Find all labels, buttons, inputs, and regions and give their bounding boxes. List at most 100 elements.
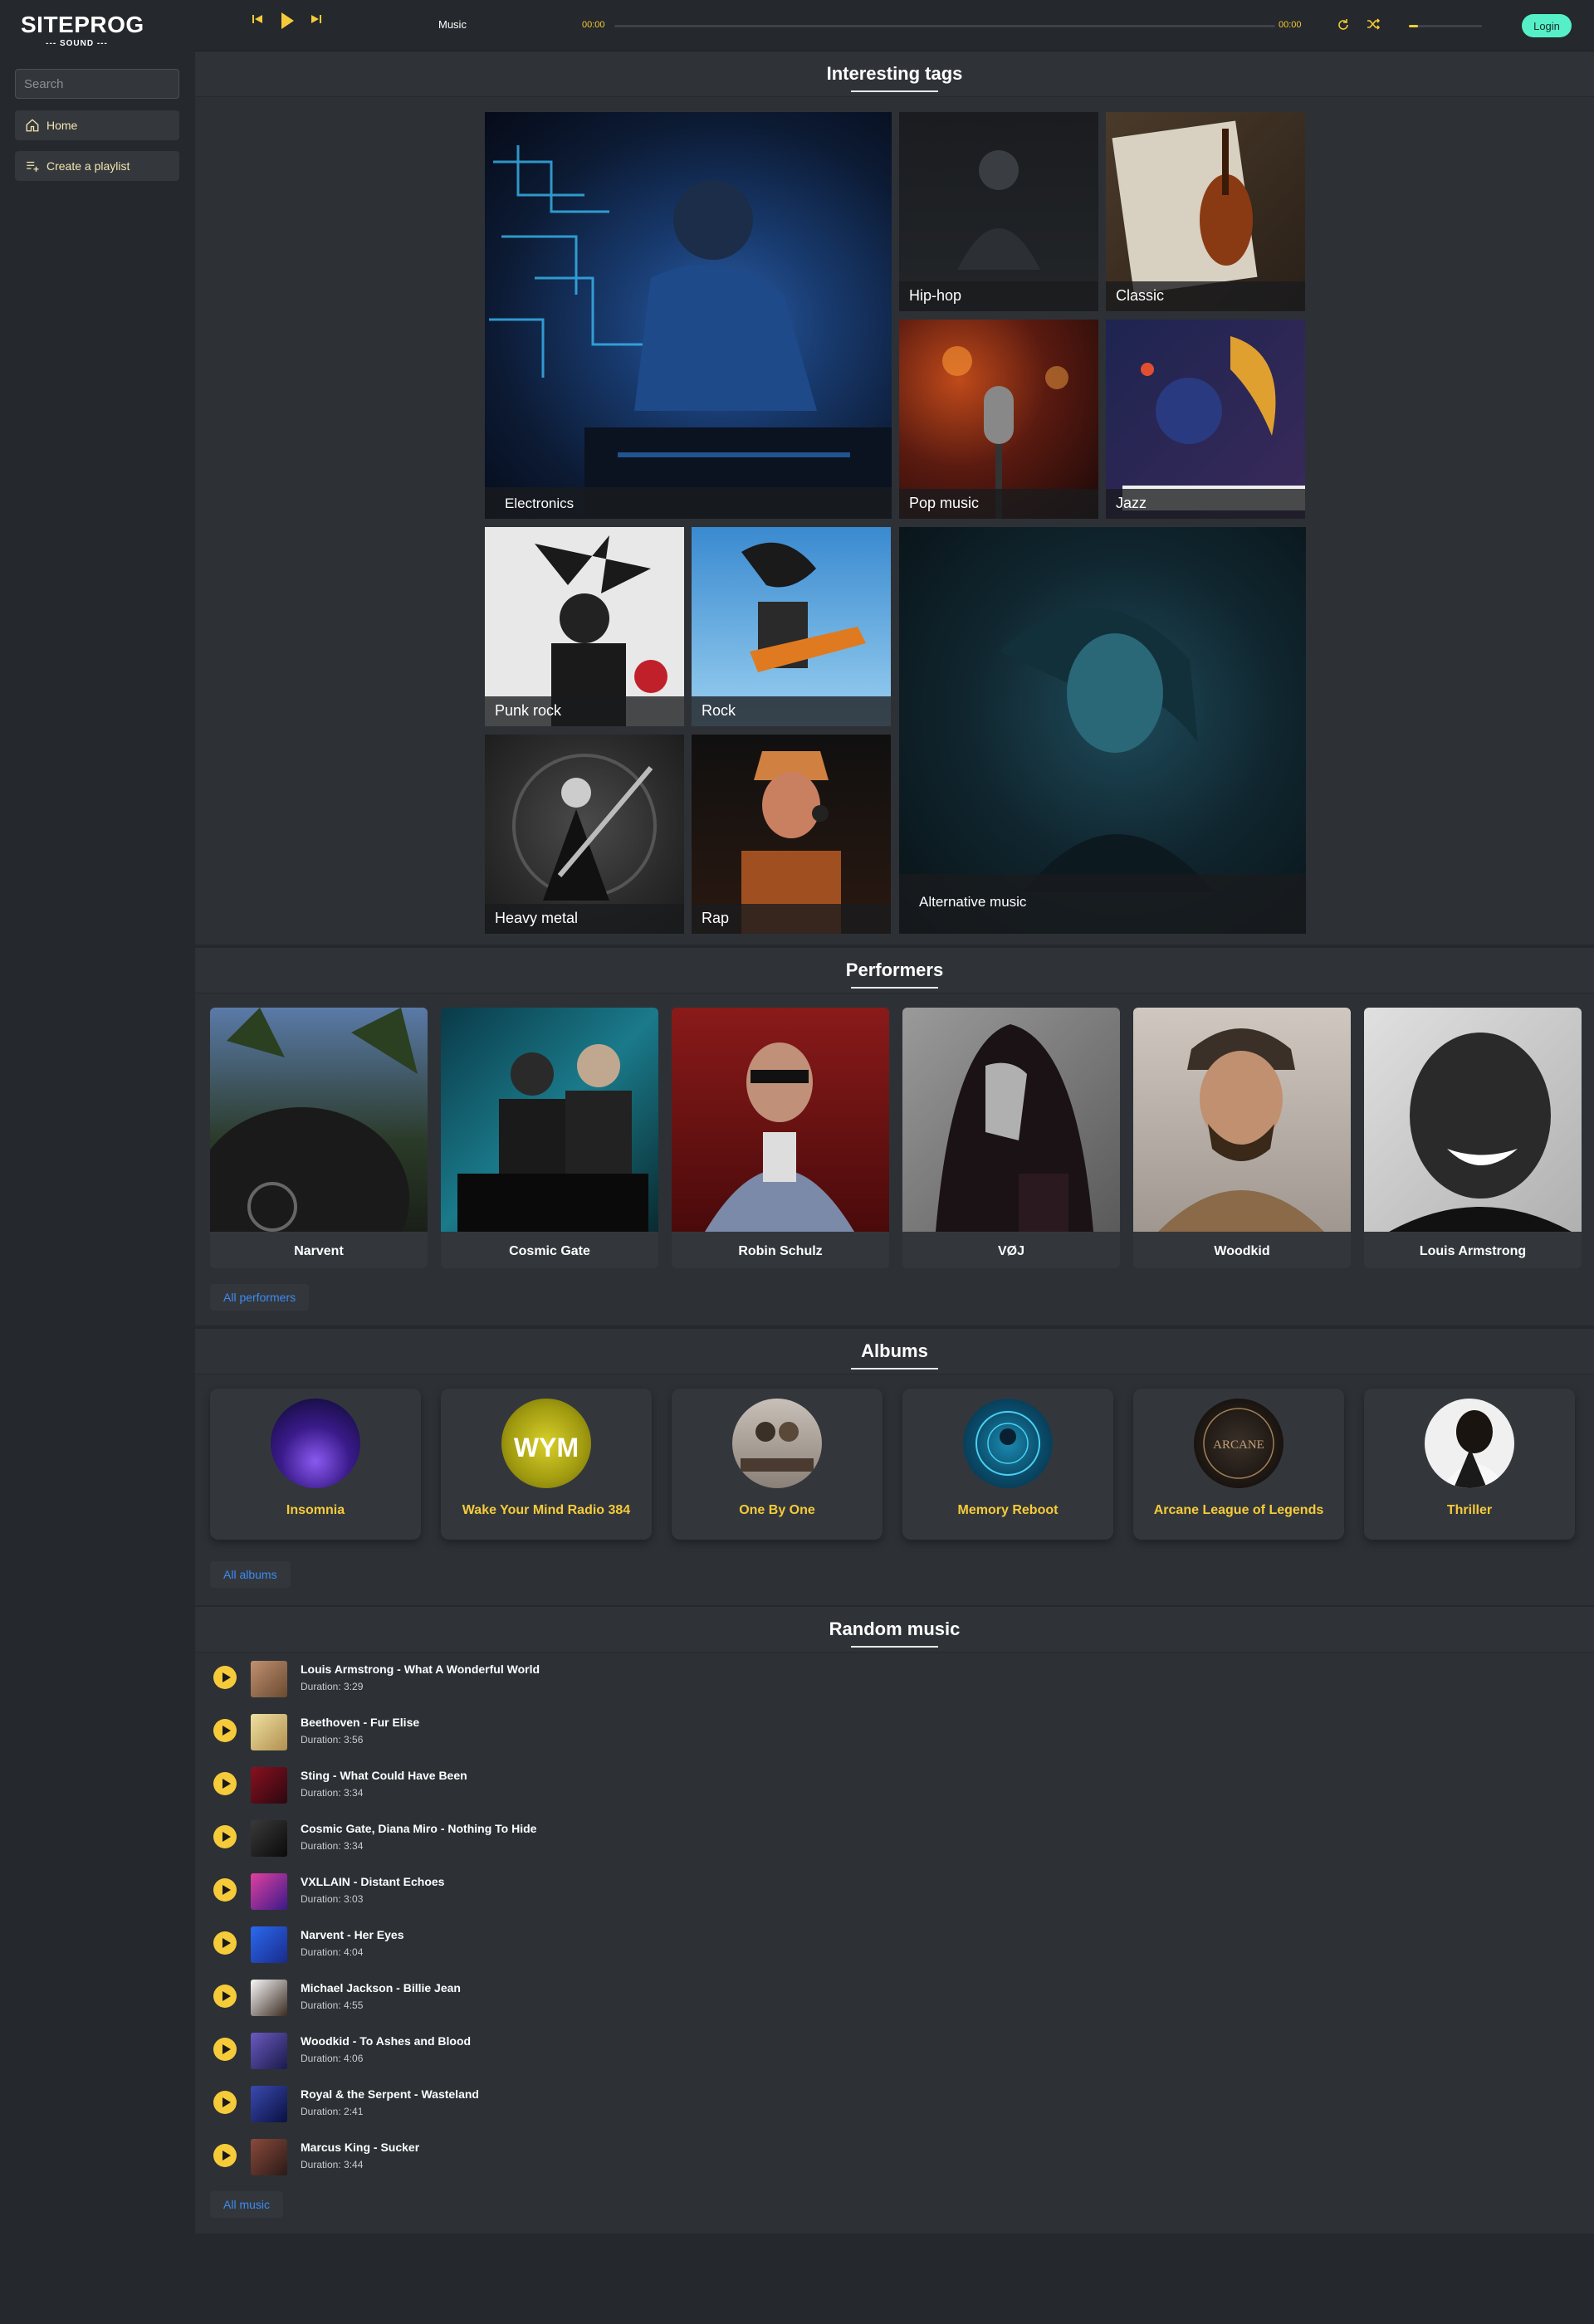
song-duration: Duration: 3:29 bbox=[301, 1681, 364, 1692]
tag-tile-hiphop[interactable]: Hip-hop bbox=[899, 112, 1098, 311]
song-row[interactable]: Michael Jackson - Billie Jean Duration: … bbox=[211, 1973, 875, 2019]
tag-label: Jazz bbox=[1106, 489, 1305, 519]
section-title: Albums bbox=[861, 1340, 928, 1361]
song-row[interactable]: VXLLAIN - Distant Echoes Duration: 3:03 bbox=[211, 1867, 875, 1913]
play-song-button[interactable] bbox=[213, 1878, 237, 1902]
song-thumbnail bbox=[251, 1926, 287, 1963]
tag-label: Electronics bbox=[485, 487, 892, 519]
tag-tile-electronics[interactable]: Electronics bbox=[485, 112, 892, 519]
previous-button[interactable] bbox=[252, 13, 263, 25]
performer-image bbox=[902, 1008, 1120, 1232]
albums-header: Albums bbox=[195, 1329, 1594, 1374]
tag-tile-heavy-metal[interactable]: Heavy metal bbox=[485, 735, 684, 934]
tag-label: Rap bbox=[692, 904, 891, 934]
album-name: Arcane League of Legends bbox=[1153, 1503, 1324, 1517]
tag-tile-classic[interactable]: Classic bbox=[1106, 112, 1305, 311]
play-song-button[interactable] bbox=[213, 1666, 237, 1689]
album-card-memory-reboot[interactable]: Memory Reboot bbox=[902, 1389, 1113, 1540]
tag-tile-rap[interactable]: Rap bbox=[692, 735, 891, 934]
song-row[interactable]: Cosmic Gate, Diana Miro - Nothing To Hid… bbox=[211, 1814, 875, 1860]
song-duration: Duration: 4:06 bbox=[301, 2053, 364, 2064]
logo-subtext: --- SOUND --- bbox=[46, 39, 108, 48]
shuffle-button[interactable] bbox=[1367, 18, 1380, 30]
play-song-button[interactable] bbox=[213, 1772, 237, 1795]
repeat-button[interactable] bbox=[1337, 18, 1349, 30]
performer-card-narvent[interactable]: Narvent bbox=[210, 1008, 428, 1268]
tag-label: Classic bbox=[1106, 281, 1305, 311]
song-row[interactable]: Royal & the Serpent - Wasteland Duration… bbox=[211, 2079, 875, 2126]
performer-card-louis-armstrong[interactable]: Louis Armstrong bbox=[1364, 1008, 1582, 1268]
tag-tile-rock[interactable]: Rock bbox=[692, 527, 891, 726]
search-input[interactable] bbox=[15, 69, 179, 99]
song-duration: Duration: 3:34 bbox=[301, 1787, 364, 1799]
sidebar-item-label: Create a playlist bbox=[46, 159, 130, 173]
track-title: Music bbox=[438, 18, 467, 31]
logo[interactable]: SITEPROG --- SOUND --- bbox=[21, 12, 144, 49]
play-icon bbox=[281, 12, 294, 29]
song-duration: Duration: 3:34 bbox=[301, 1840, 364, 1852]
login-button[interactable]: Login bbox=[1522, 14, 1572, 37]
song-thumbnail bbox=[251, 1661, 287, 1697]
album-card-wake-your-mind[interactable]: WYM Wake Your Mind Radio 384 bbox=[441, 1389, 652, 1540]
volume-slider[interactable] bbox=[1409, 25, 1482, 27]
play-button[interactable] bbox=[280, 12, 295, 30]
skip-back-icon bbox=[252, 15, 262, 23]
song-title: Cosmic Gate, Diana Miro - Nothing To Hid… bbox=[301, 1822, 537, 1835]
play-song-button[interactable] bbox=[213, 1825, 237, 1848]
section-title: Interesting tags bbox=[826, 63, 963, 84]
album-card-insomnia[interactable]: Insomnia bbox=[210, 1389, 421, 1540]
all-performers-button[interactable]: All performers bbox=[210, 1284, 310, 1311]
song-row[interactable]: Narvent - Her Eyes Duration: 4:04 bbox=[211, 1920, 875, 1966]
album-name: Wake Your Mind Radio 384 bbox=[462, 1503, 631, 1517]
song-thumbnail bbox=[251, 1980, 287, 2016]
performer-image bbox=[1364, 1008, 1582, 1232]
performer-card-cosmic-gate[interactable]: Cosmic Gate bbox=[441, 1008, 658, 1268]
song-row[interactable]: Louis Armstrong - What A Wonderful World… bbox=[211, 1654, 875, 1701]
performer-card-robin-schulz[interactable]: Robin Schulz bbox=[672, 1008, 889, 1268]
play-song-button[interactable] bbox=[213, 1719, 237, 1742]
random-music-header: Random music bbox=[195, 1607, 1594, 1653]
performer-card-woodkid[interactable]: Woodkid bbox=[1133, 1008, 1351, 1268]
song-row[interactable]: Beethoven - Fur Elise Duration: 3:56 bbox=[211, 1707, 875, 1754]
svg-text:ARCANE: ARCANE bbox=[1213, 1438, 1264, 1452]
song-title: Woodkid - To Ashes and Blood bbox=[301, 2034, 472, 2048]
album-cover: ARCANE bbox=[1194, 1399, 1284, 1488]
tag-image bbox=[489, 145, 892, 519]
all-albums-button[interactable]: All albums bbox=[210, 1561, 291, 1588]
song-row[interactable]: Woodkid - To Ashes and Blood Duration: 4… bbox=[211, 2026, 875, 2073]
repeat-icon bbox=[1338, 19, 1348, 30]
title-underline bbox=[851, 90, 938, 92]
logo-text: SITEPROG bbox=[21, 12, 144, 37]
play-song-button[interactable] bbox=[213, 2091, 237, 2114]
performer-name: Robin Schulz bbox=[738, 1244, 823, 1258]
performer-image bbox=[210, 1008, 428, 1232]
play-song-button[interactable] bbox=[213, 1985, 237, 2008]
shuffle-icon bbox=[1367, 18, 1380, 30]
song-row[interactable]: Marcus King - Sucker Duration: 3:44 bbox=[211, 2132, 875, 2179]
title-underline bbox=[851, 987, 938, 989]
album-card-arcane[interactable]: ARCANE Arcane League of Legends bbox=[1133, 1389, 1344, 1540]
play-song-button[interactable] bbox=[213, 2144, 237, 2167]
all-music-button[interactable]: All music bbox=[210, 2191, 284, 2218]
song-duration: Duration: 3:44 bbox=[301, 2159, 364, 2170]
album-name: Memory Reboot bbox=[957, 1503, 1059, 1517]
next-button[interactable] bbox=[310, 13, 322, 25]
play-song-button[interactable] bbox=[213, 1931, 237, 1955]
tag-tile-pop[interactable]: Pop music bbox=[899, 320, 1098, 519]
progress-bar[interactable] bbox=[614, 25, 1275, 27]
tag-tile-alternative[interactable]: Alternative music bbox=[899, 527, 1306, 934]
album-card-thriller[interactable]: Thriller bbox=[1364, 1389, 1575, 1540]
tag-image bbox=[999, 608, 1215, 892]
tag-tile-jazz[interactable]: Jazz bbox=[1106, 320, 1305, 519]
album-cover bbox=[1425, 1399, 1514, 1488]
play-song-button[interactable] bbox=[213, 2038, 237, 2061]
sidebar-item-home[interactable]: Home bbox=[15, 110, 179, 140]
tag-tile-punk[interactable]: Punk rock bbox=[485, 527, 684, 726]
performer-name: VØJ bbox=[997, 1244, 1024, 1258]
song-row[interactable]: Sting - What Could Have Been Duration: 3… bbox=[211, 1760, 875, 1807]
sidebar: SITEPROG --- SOUND --- Home Create a pla… bbox=[0, 0, 195, 2324]
album-card-one-by-one[interactable]: One By One bbox=[672, 1389, 883, 1540]
performers-header: Performers bbox=[195, 948, 1594, 994]
sidebar-item-create-playlist[interactable]: Create a playlist bbox=[15, 151, 179, 181]
performer-card-voj[interactable]: VØJ bbox=[902, 1008, 1120, 1268]
